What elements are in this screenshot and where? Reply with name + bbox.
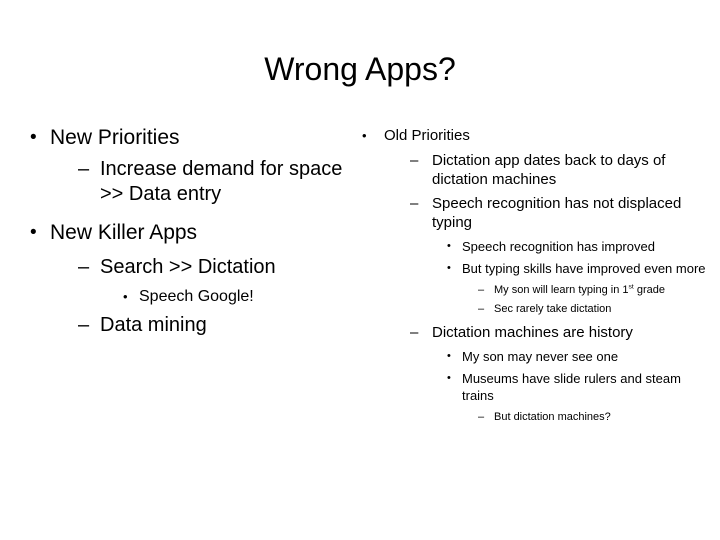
slide-title: Wrong Apps?	[264, 51, 456, 87]
bullet-item-old-priorities: • Old Priorities	[362, 126, 712, 146]
bullet-item-sec-rarely-take-dictation: – Sec rarely take dictation	[362, 302, 712, 316]
left-content-column: • New Priorities – Increase demand for s…	[30, 124, 350, 338]
disc-bullet-icon: •	[447, 372, 451, 384]
bullet-text: New Killer Apps	[50, 221, 198, 244]
disc-bullet-icon: •	[123, 289, 128, 304]
bullet-text-part: grade	[633, 284, 666, 296]
bullet-text: But dictation machines?	[494, 411, 611, 423]
bullet-text: Data mining	[100, 314, 207, 336]
dash-bullet-icon: –	[78, 314, 90, 336]
right-content-column: • Old Priorities – Dictation app dates b…	[362, 126, 712, 424]
dash-bullet-icon: –	[478, 284, 485, 296]
dash-bullet-icon: –	[410, 324, 419, 341]
bullet-text: Search >> Dictation	[100, 256, 276, 278]
bullet-item-my-son-learn-typing: – My son will learn typing in 1st grade	[362, 283, 712, 297]
bullet-item-dictation-machines-history: – Dictation machines are history	[362, 323, 712, 342]
bullet-text: New Priorities	[50, 126, 180, 149]
bullet-item-typing-skills-improved: • But typing skills have improved even m…	[362, 260, 712, 277]
bullet-text: Dictation app dates back to days of dict…	[432, 152, 666, 188]
dash-bullet-icon: –	[478, 303, 485, 315]
dash-bullet-icon: –	[478, 411, 485, 423]
bullet-text: Speech Google!	[139, 288, 254, 305]
bullet-text: My son will learn typing in 1st grade	[494, 283, 712, 297]
bullet-item-speech-recognition-not-displaced: – Speech recognition has not displaced t…	[362, 194, 712, 232]
disc-bullet-icon: •	[447, 350, 451, 362]
disc-bullet-icon: •	[30, 222, 37, 243]
presentation-slide: Wrong Apps? • New Priorities – Increase …	[0, 0, 720, 540]
bullet-item-increase-demand: – Increase demand for space >> Data entr…	[30, 157, 350, 207]
bullet-item-new-killer-apps: • New Killer Apps	[30, 219, 350, 246]
bullet-item-speech-google: • Speech Google!	[30, 286, 350, 307]
bullet-text-part: My son will learn typing in 1	[494, 284, 629, 296]
bullet-text: Speech recognition has not displaced typ…	[432, 195, 682, 231]
bullet-text: But typing skills have improved even mor…	[462, 261, 706, 276]
bullet-item-my-son-never-see-one: • My son may never see one	[362, 348, 712, 365]
bullet-text: Dictation machines are history	[432, 324, 633, 341]
dash-bullet-icon: –	[410, 195, 419, 212]
bullet-item-speech-recognition-improved: • Speech recognition has improved	[362, 238, 712, 255]
disc-bullet-icon: •	[30, 127, 37, 148]
bullet-text: Museums have slide rulers and steam trai…	[462, 371, 681, 403]
disc-bullet-icon: •	[447, 240, 451, 252]
bullet-item-data-mining: – Data mining	[30, 313, 350, 338]
disc-bullet-icon: •	[447, 262, 451, 274]
disc-bullet-icon: •	[362, 128, 367, 143]
dash-bullet-icon: –	[410, 152, 419, 169]
bullet-text: Old Priorities	[384, 127, 470, 144]
bullet-item-but-dictation-machines: – But dictation machines?	[362, 410, 712, 424]
bullet-item-museums-slide-rulers: • Museums have slide rulers and steam tr…	[362, 370, 712, 404]
bullet-text: Sec rarely take dictation	[494, 303, 612, 315]
bullet-item-new-priorities: • New Priorities	[30, 124, 350, 151]
dash-bullet-icon: –	[78, 158, 90, 180]
bullet-text: Increase demand for space >> Data entry	[100, 158, 343, 205]
bullet-item-search-dictation: – Search >> Dictation	[30, 255, 350, 280]
dash-bullet-icon: –	[78, 256, 90, 278]
bullet-text: Speech recognition has improved	[462, 239, 655, 254]
bullet-text: My son may never see one	[462, 349, 619, 364]
bullet-item-dictation-app-dates-back: – Dictation app dates back to days of di…	[362, 151, 712, 189]
